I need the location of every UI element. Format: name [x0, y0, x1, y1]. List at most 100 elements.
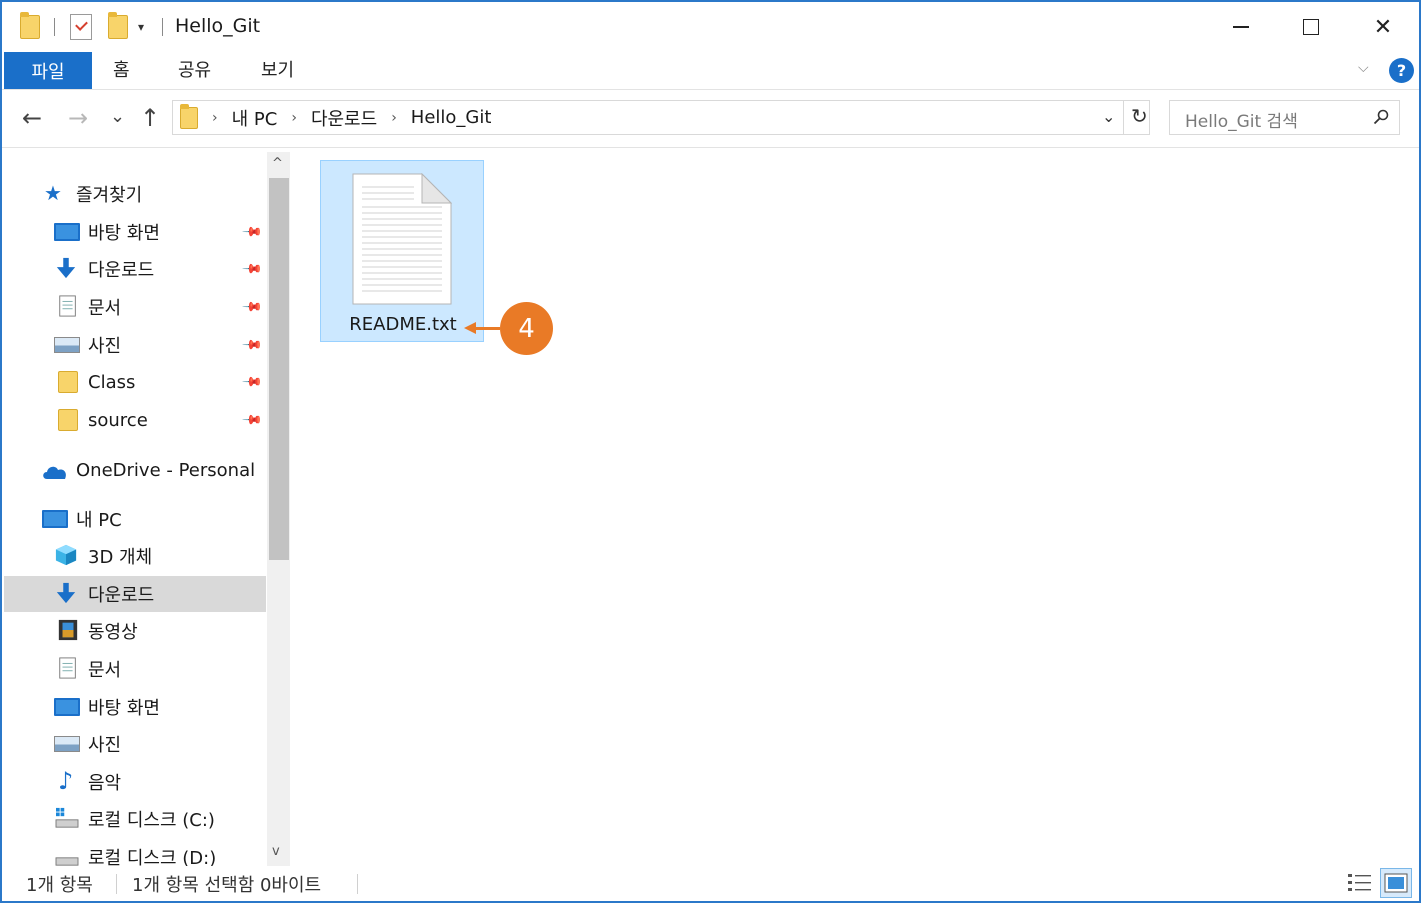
status-divider: [357, 874, 358, 894]
sidebar-item-downloads[interactable]: 다운로드 📌: [4, 251, 266, 287]
breadcrumb-separator[interactable]: ›: [391, 110, 397, 126]
recent-locations-chevron-icon[interactable]: ⌄: [110, 106, 125, 127]
search-input[interactable]: Hello_Git 검색: [1169, 100, 1400, 135]
minimize-button[interactable]: [1218, 8, 1264, 46]
status-selection: 1개 항목 선택함 0바이트: [132, 875, 322, 896]
back-button[interactable]: ←: [22, 104, 42, 132]
details-view-button[interactable]: [1344, 868, 1376, 898]
onedrive-icon: [43, 466, 66, 479]
sidebar-item-label: 바탕 화면: [88, 698, 160, 719]
qa-customize-dropdown-icon[interactable]: ▾: [138, 20, 144, 34]
sidebar-item-desktop[interactable]: 바탕 화면 📌: [4, 214, 266, 250]
maximize-button[interactable]: [1288, 8, 1334, 46]
sidebar-item-label: 즐겨찾기: [76, 185, 143, 206]
sidebar-item-pictures[interactable]: 사진 📌: [4, 327, 266, 363]
status-divider: [116, 874, 117, 894]
status-item-count: 1개 항목: [26, 875, 93, 896]
folder-icon: [58, 371, 78, 393]
sidebar-item-quick-access[interactable]: ★ 즐겨찾기: [4, 176, 266, 212]
help-icon[interactable]: ?: [1389, 58, 1414, 83]
callout-arrow-line: [472, 327, 500, 330]
music-icon: ♪: [58, 767, 74, 795]
videos-icon: [58, 619, 78, 641]
scroll-up-icon[interactable]: ^: [272, 156, 283, 171]
scroll-down-icon[interactable]: v: [272, 844, 280, 859]
sidebar-item-videos[interactable]: 동영상: [4, 613, 266, 649]
ribbon-tabs: 파일 홈 공유 보기 ⌵ ?: [2, 50, 1419, 90]
file-list-pane[interactable]: README.txt 4: [292, 152, 1419, 866]
breadcrumb-separator[interactable]: ›: [291, 110, 297, 126]
sidebar-scrollbar[interactable]: ^ v: [267, 152, 290, 866]
pin-icon[interactable]: 📌: [241, 296, 263, 318]
properties-check-icon[interactable]: [70, 14, 92, 40]
sidebar-item-music[interactable]: ♪ 음악: [4, 764, 266, 800]
expand-ribbon-chevron-icon[interactable]: ⌵: [1358, 60, 1369, 76]
breadcrumb-this-pc[interactable]: 내 PC: [232, 105, 278, 131]
sidebar-item-label: 사진: [88, 735, 122, 756]
status-bar: 1개 항목 1개 항목 선택함 0바이트: [2, 866, 1419, 901]
breadcrumb-hello-git[interactable]: Hello_Git: [411, 107, 492, 128]
pin-icon[interactable]: 📌: [241, 258, 263, 280]
close-button[interactable]: ✕: [1360, 8, 1406, 46]
sidebar-item-desktop-pc[interactable]: 바탕 화면: [4, 689, 266, 725]
navigation-pane: ★ 즐겨찾기 바탕 화면 📌 다운로드 📌 문서 📌 사진 📌 Class 📌 …: [4, 152, 290, 866]
star-icon: ★: [44, 181, 62, 205]
address-history-chevron-icon[interactable]: ⌄: [1102, 107, 1115, 126]
up-button[interactable]: ↑: [140, 104, 160, 132]
documents-icon: [59, 295, 76, 317]
sidebar-item-3d-objects[interactable]: 3D 개체: [4, 538, 266, 574]
sidebar-item-documents-pc[interactable]: 문서: [4, 651, 266, 687]
sidebar-item-documents[interactable]: 문서 📌: [4, 289, 266, 325]
sidebar-item-drive-d[interactable]: 로컬 디스크 (D:): [4, 839, 266, 866]
search-icon[interactable]: [1373, 109, 1389, 125]
sidebar-item-class[interactable]: Class 📌: [4, 364, 266, 400]
pictures-icon: [54, 337, 80, 353]
title-bar: ▾ Hello_Git ✕: [2, 2, 1419, 50]
breadcrumb-downloads[interactable]: 다운로드: [311, 105, 377, 131]
details-view-icon: [1348, 874, 1371, 891]
sidebar-item-label: 바탕 화면: [88, 223, 160, 244]
folder-icon: [58, 409, 78, 431]
large-icons-view-button[interactable]: [1380, 868, 1412, 898]
tab-share[interactable]: 공유: [178, 56, 211, 82]
sidebar-item-label: 음악: [88, 773, 122, 794]
file-item[interactable]: README.txt: [320, 160, 484, 342]
pictures-icon: [54, 736, 80, 752]
address-bar[interactable]: › 내 PC › 다운로드 › Hello_Git ⌄ ↻: [172, 100, 1150, 135]
pin-icon[interactable]: 📌: [241, 221, 263, 243]
sidebar-item-label: 동영상: [88, 622, 138, 643]
sidebar-item-pictures-pc[interactable]: 사진: [4, 726, 266, 762]
window-title: Hello_Git: [175, 15, 261, 37]
file-explorer-window: ▾ Hello_Git ✕ 파일 홈 공유 보기 ⌵ ? ← → ⌄ ↑ › 내…: [0, 0, 1421, 903]
quick-access-folder-icon[interactable]: [20, 12, 40, 40]
sidebar-item-label: 내 PC: [76, 510, 122, 531]
pin-icon[interactable]: 📌: [241, 334, 263, 356]
computer-icon: [42, 510, 68, 528]
breadcrumb-separator[interactable]: ›: [212, 110, 218, 126]
sidebar-item-label: OneDrive - Personal: [76, 459, 256, 481]
pin-icon[interactable]: 📌: [241, 371, 263, 393]
navigation-bar: ← → ⌄ ↑ › 내 PC › 다운로드 › Hello_Git ⌄ ↻ He…: [2, 90, 1419, 148]
sidebar-item-drive-c[interactable]: 로컬 디스크 (C:): [4, 801, 266, 837]
new-folder-icon[interactable]: [108, 12, 128, 40]
search-placeholder: Hello_Git 검색: [1185, 112, 1298, 132]
forward-button[interactable]: →: [68, 104, 88, 132]
desktop-icon: [54, 698, 80, 716]
pin-icon[interactable]: 📌: [241, 409, 263, 431]
sidebar-item-label: 로컬 디스크 (C:): [88, 810, 215, 831]
refresh-icon[interactable]: ↻: [1131, 104, 1148, 128]
documents-icon: [59, 657, 76, 679]
drive-c-icon: [55, 807, 79, 828]
tab-home[interactable]: 홈: [113, 56, 130, 82]
minimize-icon: [1233, 26, 1249, 28]
sidebar-item-this-pc[interactable]: 내 PC: [4, 501, 266, 537]
sidebar-item-onedrive[interactable]: OneDrive - Personal: [4, 452, 266, 488]
tab-file[interactable]: 파일: [4, 52, 92, 89]
text-file-icon: [352, 173, 452, 305]
scrollbar-thumb[interactable]: [269, 178, 289, 560]
sidebar-item-label: 사진: [88, 336, 122, 357]
3d-objects-icon: [55, 544, 77, 566]
sidebar-item-source[interactable]: source 📌: [4, 402, 266, 438]
tab-view[interactable]: 보기: [261, 56, 294, 82]
sidebar-item-downloads-pc[interactable]: 다운로드: [4, 576, 266, 612]
